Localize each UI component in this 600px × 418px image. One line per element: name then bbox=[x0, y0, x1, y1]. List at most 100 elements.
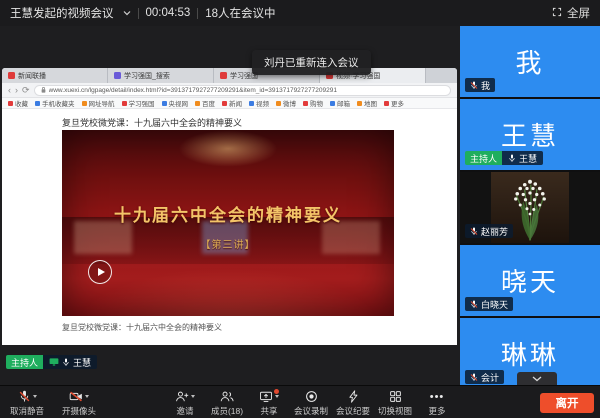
bookmark-item[interactable]: 网址导航 bbox=[82, 98, 115, 108]
bookmark-favicon bbox=[8, 101, 13, 106]
host-badge: 主持人 bbox=[465, 151, 502, 165]
camera-on-button[interactable]: 开摄像头 bbox=[60, 388, 98, 417]
tab-favicon bbox=[8, 72, 15, 79]
invite-person-icon bbox=[175, 390, 189, 403]
bookmark-item[interactable]: 邮箱 bbox=[330, 98, 350, 108]
participant-tile[interactable]: 晓天 白晓天 bbox=[460, 245, 600, 316]
bookmark-item[interactable]: 手机收藏夹 bbox=[35, 98, 75, 108]
invite-options-caret[interactable] bbox=[191, 395, 195, 398]
more-dots-icon: ••• bbox=[430, 392, 445, 402]
participant-tile-me[interactable]: 我 我 bbox=[460, 26, 600, 97]
camera-options-caret[interactable] bbox=[85, 395, 89, 398]
share-screen-icon bbox=[259, 390, 273, 403]
page-caption: 复旦党校微党课：十九届六中全会的精神要义 bbox=[62, 322, 222, 333]
bookmark-favicon bbox=[162, 101, 167, 106]
browser-address-bar: ‹ › ⟳ www.xuexi.cn/lgpage/detail/index.h… bbox=[2, 83, 457, 98]
bookmark-item[interactable]: 微博 bbox=[276, 98, 296, 108]
members-button[interactable]: 成员(18) bbox=[208, 388, 246, 417]
bookmark-item[interactable]: 更多 bbox=[384, 98, 404, 108]
browser-tab[interactable]: 学习强国_搜索 bbox=[108, 68, 214, 83]
url-field[interactable]: www.xuexi.cn/lgpage/detail/index.html?id… bbox=[34, 85, 451, 96]
mic-muted-icon bbox=[470, 81, 478, 90]
topbar-divider bbox=[138, 8, 139, 19]
stage-host-label: 主持人 王慧 bbox=[6, 355, 97, 369]
bookmark-favicon bbox=[384, 101, 389, 106]
participant-tile-host[interactable]: 王慧 主持人 王慧 bbox=[460, 99, 600, 170]
play-button[interactable] bbox=[88, 260, 112, 284]
host-badge: 主持人 bbox=[6, 355, 43, 369]
shared-browser-window: 新闻联播 学习强国_搜索 学习强国 视频·学习强国 ‹ › ⟳ www.xuex… bbox=[2, 68, 457, 345]
mic-muted-icon bbox=[470, 373, 478, 382]
meeting-topbar: 王慧发起的视频会议 00:04:53 18人在会议中 全屏 bbox=[0, 0, 600, 26]
browser-tabbar: 新闻联播 学习强国_搜索 学习强国 视频·学习强国 bbox=[2, 68, 457, 83]
chevron-down-icon bbox=[532, 376, 542, 382]
bookmark-item[interactable]: 央视网 bbox=[162, 98, 189, 108]
bookmark-favicon bbox=[82, 101, 87, 106]
meeting-window: 王慧发起的视频会议 00:04:53 18人在会议中 全屏 刘丹已重新连入会议 … bbox=[0, 0, 600, 418]
video-title: 十九届六中全会的精神要义 bbox=[62, 201, 394, 226]
meeting-duration: 00:04:53 bbox=[146, 7, 191, 19]
record-icon bbox=[305, 390, 318, 403]
meeting-title-dropdown[interactable] bbox=[123, 7, 131, 19]
bookmark-item[interactable]: 购物 bbox=[303, 98, 323, 108]
fullscreen-button[interactable]: 全屏 bbox=[552, 5, 590, 21]
more-button[interactable]: ••• 更多 bbox=[418, 388, 456, 417]
fullscreen-icon bbox=[552, 7, 562, 20]
record-button[interactable]: 会议录制 bbox=[292, 388, 330, 417]
sidebar-collapse-button[interactable] bbox=[517, 372, 557, 385]
invite-button[interactable]: 邀请 bbox=[166, 388, 204, 417]
share-screen-button[interactable]: 共享 bbox=[250, 388, 288, 417]
share-options-caret[interactable] bbox=[275, 395, 279, 398]
tab-favicon bbox=[114, 72, 121, 79]
bookmark-favicon bbox=[249, 101, 254, 106]
bookmark-favicon bbox=[357, 101, 362, 106]
refresh-icon[interactable]: ⟳ bbox=[22, 86, 30, 95]
participant-count: 18人在会议中 bbox=[205, 5, 275, 21]
minutes-button[interactable]: 会议纪要 bbox=[334, 388, 372, 417]
screen-sharing-icon bbox=[49, 358, 59, 366]
bookmark-favicon bbox=[330, 101, 335, 106]
meeting-toolbar: 取消静音 开摄像头 邀请 成员 bbox=[0, 385, 600, 418]
share-notification-dot bbox=[274, 389, 279, 394]
participant-name-badge: 赵丽芳 bbox=[465, 224, 513, 238]
bookmark-item[interactable]: 视频 bbox=[249, 98, 269, 108]
bookmark-favicon bbox=[303, 101, 308, 106]
back-icon[interactable]: ‹ bbox=[8, 86, 11, 95]
bookmark-item[interactable]: 地图 bbox=[357, 98, 377, 108]
mic-icon bbox=[62, 358, 70, 367]
fullscreen-label: 全屏 bbox=[567, 5, 590, 21]
switch-view-button[interactable]: 切换视图 bbox=[376, 388, 414, 417]
stage-host-name: 王慧 bbox=[73, 356, 91, 369]
mic-muted-icon bbox=[18, 390, 31, 403]
bookmark-favicon bbox=[276, 101, 281, 106]
bookmark-favicon bbox=[195, 101, 200, 106]
lock-icon bbox=[41, 87, 46, 93]
grid-view-icon bbox=[389, 390, 402, 403]
bookmark-favicon bbox=[35, 101, 40, 106]
unmute-button[interactable]: 取消静音 bbox=[8, 388, 46, 417]
video-player[interactable]: 十九届六中全会的精神要义 【第三讲】 bbox=[62, 130, 394, 316]
participant-name-badge: 主持人 王慧 bbox=[465, 151, 543, 165]
mic-icon bbox=[508, 154, 516, 163]
leave-meeting-button[interactable]: 离开 bbox=[540, 393, 594, 413]
bookmark-item[interactable]: 学习强国 bbox=[122, 98, 155, 108]
forward-icon[interactable]: › bbox=[15, 86, 18, 95]
tab-favicon bbox=[220, 72, 227, 79]
unmute-options-caret[interactable] bbox=[33, 395, 37, 398]
bookmarks-bar: 收藏 手机收藏夹 网址导航 学习强国 央视网 百度 新闻 视频 微博 购物 邮箱… bbox=[2, 98, 457, 109]
bookmark-item[interactable]: 百度 bbox=[195, 98, 215, 108]
mic-muted-icon bbox=[470, 227, 478, 236]
video-subtitle: 【第三讲】 bbox=[62, 236, 394, 251]
topbar-divider bbox=[197, 8, 198, 19]
lightning-notes-icon bbox=[347, 390, 360, 403]
bookmark-item[interactable]: 新闻 bbox=[222, 98, 242, 108]
camera-muted-icon bbox=[69, 390, 83, 403]
url-text: www.xuexi.cn/lgpage/detail/index.html?id… bbox=[49, 87, 337, 94]
browser-tab[interactable]: 新闻联播 bbox=[2, 68, 108, 83]
participant-name-badge: 会计 bbox=[465, 370, 504, 384]
participant-tile-camera[interactable]: 赵丽芳 bbox=[460, 172, 600, 243]
bookmark-item[interactable]: 收藏 bbox=[8, 98, 28, 108]
members-icon bbox=[220, 390, 234, 403]
toast-notification: 刘丹已重新连入会议 bbox=[252, 50, 371, 75]
mic-muted-icon bbox=[470, 300, 478, 309]
